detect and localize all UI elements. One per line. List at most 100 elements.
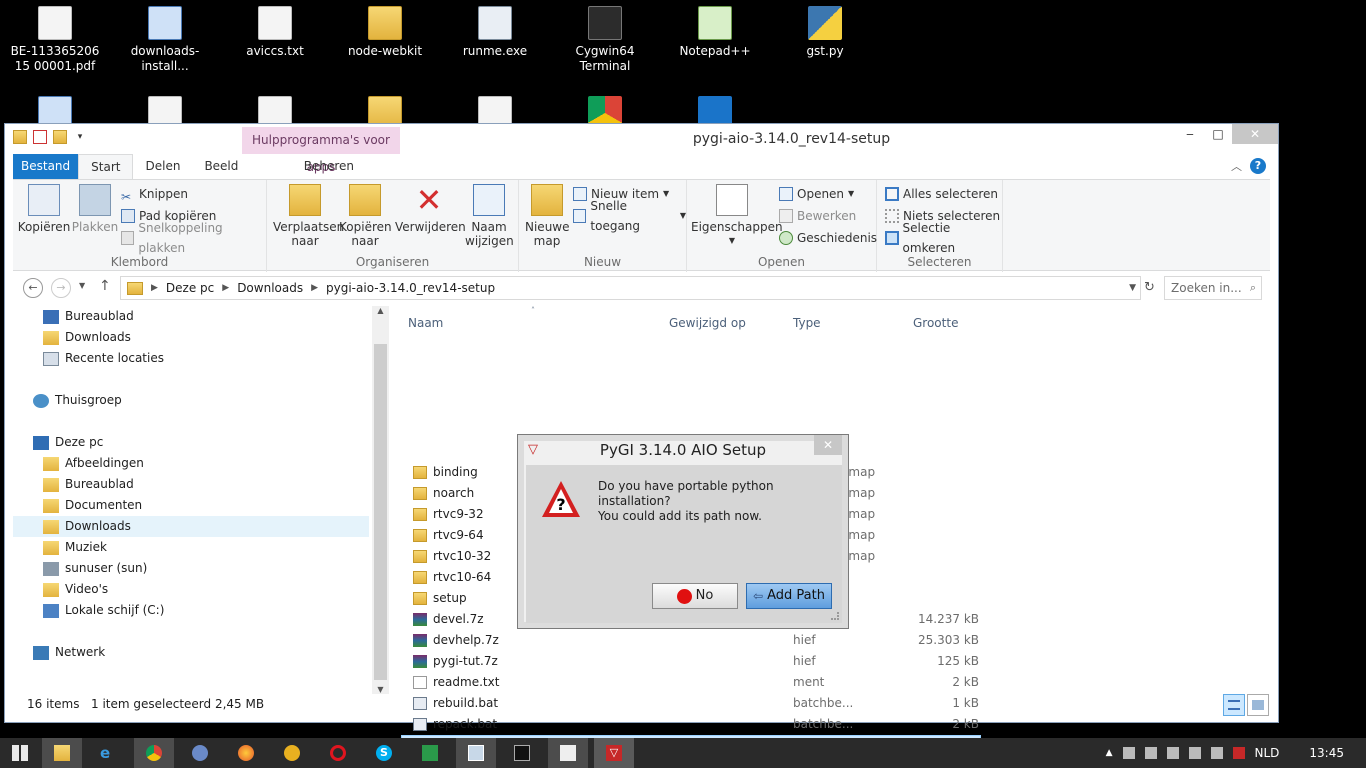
- forward-button[interactable]: →: [51, 278, 71, 298]
- history-button[interactable]: Geschiedenis: [779, 228, 877, 248]
- cut-button[interactable]: ✂ Knippen: [121, 184, 188, 204]
- breadcrumb-item[interactable]: Deze pc: [166, 281, 214, 295]
- copy-to-button[interactable]: Kopiëren naar: [339, 184, 392, 248]
- file-row[interactable]: pygi-tut.7z hief 125 kB: [401, 651, 981, 672]
- tray-icon[interactable]: [1144, 747, 1157, 759]
- taskbar-explorer[interactable]: [42, 738, 82, 768]
- desktop-icon-notepadpp[interactable]: Notepad++: [665, 0, 765, 59]
- nav-item-recent[interactable]: Recente locaties: [43, 348, 164, 369]
- search-input[interactable]: Zoeken in... ⌕: [1164, 276, 1262, 300]
- alert-icon[interactable]: [1232, 747, 1245, 759]
- rename-button[interactable]: Naam wijzigen: [465, 184, 514, 248]
- taskbar-chrome[interactable]: [134, 738, 174, 768]
- tab-beheren[interactable]: Beheren: [250, 154, 407, 179]
- taskbar-setup[interactable]: [548, 738, 588, 768]
- delete-button[interactable]: ✕ Verwijderen: [395, 184, 466, 234]
- nav-item-music[interactable]: Muziek: [43, 537, 107, 558]
- taskbar-pygi-setup[interactable]: ▽: [594, 738, 634, 768]
- taskbar-firefox[interactable]: [226, 738, 266, 768]
- nav-item-desktop[interactable]: Bureaublad: [43, 474, 134, 495]
- taskbar-terminal[interactable]: [502, 738, 542, 768]
- minimize-button[interactable]: ‒: [1176, 124, 1204, 144]
- tray-icon[interactable]: [1122, 747, 1135, 759]
- taskbar-opera[interactable]: [318, 738, 358, 768]
- desktop-icon-downloads-installer[interactable]: downloads-install...: [115, 0, 215, 74]
- recent-locations-chevron-icon[interactable]: ▼: [79, 281, 85, 290]
- start-button[interactable]: [0, 738, 40, 768]
- column-type[interactable]: Type: [793, 316, 821, 330]
- address-bar[interactable]: ▶ Deze pc ▶ Downloads ▶ pygi-aio-3.14.0_…: [120, 276, 1141, 300]
- language-indicator[interactable]: NLD: [1255, 746, 1280, 760]
- taskbar-app6[interactable]: [272, 738, 312, 768]
- paste-shortcut-button[interactable]: Snelkoppeling plakken: [121, 221, 266, 255]
- back-button[interactable]: ←: [23, 278, 43, 298]
- paste-button[interactable]: Plakken: [71, 184, 119, 234]
- nav-item-pictures[interactable]: Afbeeldingen: [43, 453, 144, 474]
- nav-item-bureaublad[interactable]: Bureaublad: [43, 306, 134, 327]
- file-row[interactable]: readme.txt ment 2 kB: [401, 672, 981, 693]
- tab-beeld[interactable]: Beeld: [192, 154, 250, 179]
- column-size[interactable]: Grootte: [913, 316, 958, 330]
- move-to-button[interactable]: Verplaatsen naar: [273, 184, 344, 248]
- properties-button[interactable]: Eigenschappen ▼: [691, 184, 783, 248]
- desktop-icon-gst[interactable]: gst.py: [775, 0, 875, 59]
- new-folder-button[interactable]: Nieuwe map: [525, 184, 570, 248]
- nav-item-this-pc[interactable]: Deze pc: [33, 432, 103, 453]
- desktop-icon-aviccs[interactable]: aviccs.txt: [225, 0, 325, 59]
- nav-item-downloads-selected[interactable]: Downloads: [13, 516, 369, 537]
- tab-start[interactable]: Start: [78, 154, 134, 179]
- no-button[interactable]: No: [652, 583, 738, 609]
- clock[interactable]: 13:45: [1309, 746, 1344, 760]
- open-button[interactable]: Openen ▼: [779, 184, 854, 204]
- show-hidden-icons-icon[interactable]: ▲: [1106, 748, 1113, 758]
- nav-item-downloads[interactable]: Downloads: [43, 327, 131, 348]
- taskbar-app9[interactable]: [410, 738, 450, 768]
- easy-access-button[interactable]: Snelle toegang ▼: [573, 199, 686, 233]
- file-row[interactable]: repack.bat batchbe... 2 kB: [401, 714, 981, 735]
- details-view-button[interactable]: [1223, 694, 1245, 716]
- volume-icon[interactable]: [1210, 747, 1223, 759]
- nav-item-homegroup[interactable]: Thuisgroep: [33, 390, 122, 411]
- file-row[interactable]: devhelp.7z hief 25.303 kB: [401, 630, 981, 651]
- refresh-icon[interactable]: ↻: [1144, 280, 1155, 295]
- nav-item-network[interactable]: Netwerk: [33, 642, 105, 663]
- taskbar-app4[interactable]: [180, 738, 220, 768]
- collapse-ribbon-icon[interactable]: ︿: [1231, 158, 1242, 174]
- nav-item-local-disk[interactable]: Lokale schijf (C:): [43, 600, 164, 621]
- close-button[interactable]: ✕: [1232, 124, 1278, 144]
- breadcrumb-item[interactable]: pygi-aio-3.14.0_rev14-setup: [326, 281, 495, 295]
- tab-delen[interactable]: Delen: [133, 154, 192, 179]
- desktop-icon-runme[interactable]: runme.exe: [445, 0, 545, 59]
- breadcrumb-item[interactable]: Downloads: [237, 281, 303, 295]
- desktop-icon-node-webkit[interactable]: node-webkit: [335, 0, 435, 59]
- network-signal-icon[interactable]: [1188, 747, 1201, 759]
- tab-bestand[interactable]: Bestand: [13, 154, 79, 179]
- maximize-button[interactable]: □: [1204, 124, 1232, 144]
- add-path-button[interactable]: ⇦ Add Path: [746, 583, 832, 609]
- edit-button[interactable]: Bewerken: [779, 206, 856, 226]
- large-icons-view-button[interactable]: [1247, 694, 1269, 716]
- scroll-up-icon[interactable]: ▲: [372, 306, 389, 315]
- up-arrow-icon[interactable]: ↑: [99, 278, 111, 294]
- nav-item-network-share[interactable]: sunuser (sun): [43, 558, 147, 579]
- desktop-icon-cygwin[interactable]: Cygwin64 Terminal: [555, 0, 655, 74]
- copy-button[interactable]: Kopiëren: [17, 184, 71, 234]
- taskbar-ie[interactable]: e: [88, 738, 128, 768]
- dialog-close-button[interactable]: ✕: [814, 435, 842, 455]
- column-date[interactable]: Gewijzigd op: [669, 316, 746, 330]
- nav-item-documents[interactable]: Documenten: [43, 495, 142, 516]
- tray-icon[interactable]: [1166, 747, 1179, 759]
- nav-item-videos[interactable]: Video's: [43, 579, 108, 600]
- column-name[interactable]: Naam: [408, 316, 443, 330]
- taskbar-app10[interactable]: [456, 738, 496, 768]
- scrollbar-thumb[interactable]: [374, 344, 387, 680]
- taskbar-skype[interactable]: S: [364, 738, 404, 768]
- desktop-icon-pdf[interactable]: BE-113365206 15 00001.pdf: [5, 0, 105, 74]
- nav-scrollbar[interactable]: ▲ ▼: [372, 306, 389, 694]
- address-dropdown-icon[interactable]: ▼: [1129, 283, 1136, 293]
- invert-selection-button[interactable]: Selectie omkeren: [885, 221, 1002, 255]
- resize-grip-icon[interactable]: [831, 612, 839, 620]
- select-all-button[interactable]: Alles selecteren: [885, 184, 998, 204]
- help-icon[interactable]: ?: [1250, 158, 1266, 174]
- scroll-down-icon[interactable]: ▼: [372, 685, 389, 694]
